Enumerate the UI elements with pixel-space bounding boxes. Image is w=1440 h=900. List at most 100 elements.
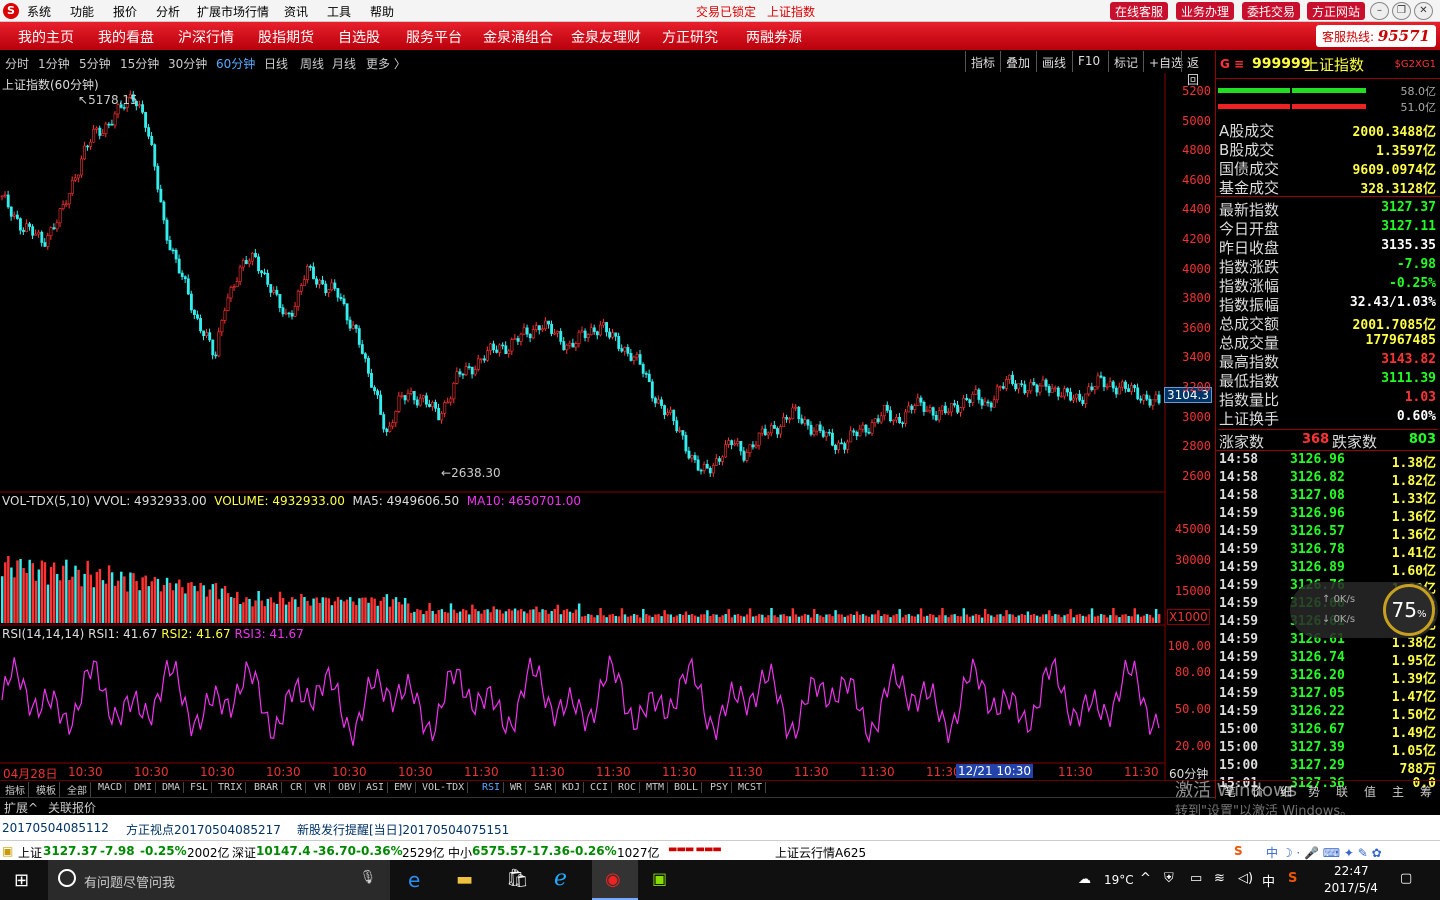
indicator-tab[interactable]: 全部 (64, 782, 91, 797)
panel-tab[interactable]: 值 (1364, 783, 1376, 800)
news-item[interactable]: 20170504085112 (2, 821, 109, 835)
nav-portfolio[interactable]: 金泉涌组合 (483, 27, 553, 47)
ie-icon[interactable]: ℯ (554, 866, 567, 891)
kline-chart[interactable] (0, 73, 1215, 780)
nav-research[interactable]: 方正研究 (662, 27, 718, 47)
indicator-tab[interactable]: 指标 (2, 782, 29, 797)
tool-f10[interactable]: F10 (1072, 51, 1105, 72)
nav-selfstock[interactable]: 自选股 (338, 27, 380, 47)
chart-area[interactable]: 上证指数(60分钟) ↖5178.15 ←2638.30 3104.3 5200… (0, 73, 1215, 798)
indicator-tab[interactable]: DMI (131, 782, 157, 793)
menu-function[interactable]: 功能 (70, 3, 94, 20)
weather-icon[interactable]: ☁ (1078, 872, 1091, 887)
wifi-icon[interactable]: ≋ (1214, 871, 1225, 886)
sogou-ime-icon[interactable]: S (1234, 844, 1243, 858)
period-5min[interactable]: 5分钟 (79, 55, 111, 72)
tool-back[interactable]: 返回 (1181, 51, 1215, 87)
period-1min[interactable]: 1分钟 (38, 55, 70, 72)
taskbar-search[interactable]: 有问题尽管问我 🎙 (48, 860, 390, 900)
network-speed-widget[interactable]: ↑ 0K/s ↓ 0K/s 75% (1290, 582, 1438, 638)
indicator-tab[interactable]: ASI (363, 782, 389, 793)
tool-mark[interactable]: 标记 (1108, 51, 1143, 72)
website-button[interactable]: 方正网站 (1307, 2, 1366, 20)
period-month[interactable]: 月线 (332, 55, 356, 72)
indicator-tab[interactable]: CR (287, 782, 307, 793)
indicator-tab[interactable]: TRIX (215, 782, 247, 793)
nav-home[interactable]: 我的主页 (18, 27, 74, 47)
indicator-tab[interactable]: MCST (735, 782, 767, 793)
indicator-tab[interactable]: FSL (187, 782, 213, 793)
nav-service[interactable]: 服务平台 (406, 27, 462, 47)
menu-quote[interactable]: 报价 (113, 3, 137, 20)
ime-tray-icons[interactable]: 中 ☽ · 🎤 ⌨ ✦ ✎ ✿ (1266, 844, 1382, 861)
indicator-tab[interactable]: EMV (391, 782, 417, 793)
indicator-tab[interactable]: MTM (643, 782, 669, 793)
indicator-tab[interactable]: DMA (159, 782, 185, 793)
indicator-tab[interactable]: VR (311, 782, 331, 793)
period-more[interactable]: 更多 〉 (366, 55, 406, 72)
period-intraday[interactable]: 分时 (5, 55, 29, 72)
panel-tab[interactable]: 势 (1308, 783, 1320, 800)
period-60min[interactable]: 60分钟 (216, 55, 255, 72)
indicator-tab[interactable]: PSY (707, 782, 733, 793)
index-sme-name[interactable]: 中小 (448, 844, 472, 861)
index-sh-name[interactable]: 上证 (18, 844, 42, 861)
indicator-tab[interactable]: CCI (587, 782, 613, 793)
tool-indicator[interactable]: 指标 (965, 51, 1000, 72)
indicator-tab[interactable]: KDJ (559, 782, 585, 793)
menu-tools[interactable]: 工具 (327, 3, 351, 20)
indicator-tab[interactable]: SAR (531, 782, 557, 793)
taskbar-app-active[interactable]: ◉ (592, 860, 638, 900)
indicator-tab[interactable]: WR (507, 782, 527, 793)
menu-analysis[interactable]: 分析 (156, 3, 180, 20)
period-week[interactable]: 周线 (300, 55, 324, 72)
indicator-tab[interactable]: ROC (615, 782, 641, 793)
menu-system[interactable]: 系统 (27, 3, 51, 20)
nav-futures[interactable]: 股指期货 (258, 27, 314, 47)
clock-date[interactable]: 2017/5/4 (1324, 881, 1378, 895)
close-icon[interactable]: ✕ (1414, 2, 1433, 20)
panel-tab[interactable]: 主 (1392, 783, 1404, 800)
restore-icon[interactable]: ❐ (1392, 2, 1411, 20)
indicator-tab[interactable]: BRAR (251, 782, 283, 793)
windows-start-icon[interactable]: ⊞ (14, 870, 29, 891)
nav-margin[interactable]: 两融券源 (746, 27, 802, 47)
period-15min[interactable]: 15分钟 (120, 55, 159, 72)
indicator-tab[interactable]: VOL-TDX (419, 782, 469, 793)
menu-news[interactable]: 资讯 (284, 3, 308, 20)
volume-icon[interactable]: ◁) (1238, 871, 1253, 886)
trade-button[interactable]: 委托交易 (1242, 2, 1301, 20)
tool-draw[interactable]: 画线 (1036, 51, 1071, 72)
iqiyi-icon[interactable]: ▣ (652, 869, 667, 888)
cloud-quote-label[interactable]: 上证云行情A625 (775, 844, 866, 861)
indicator-tab[interactable]: BOLL (671, 782, 703, 793)
nav-finance[interactable]: 金泉友理财 (571, 27, 641, 47)
menu-help[interactable]: 帮助 (370, 3, 394, 20)
tool-overlay[interactable]: 叠加 (1000, 51, 1035, 72)
network-icon[interactable]: ▭ (1190, 871, 1202, 886)
indicator-tab[interactable]: OBV (335, 782, 361, 793)
defender-icon[interactable]: ⛨ (1164, 871, 1174, 886)
nav-market[interactable]: 沪深行情 (178, 27, 234, 47)
index-sz-name[interactable]: 深证 (232, 844, 256, 861)
indicator-tab[interactable]: RSI (479, 782, 505, 793)
indicator-tab[interactable]: MACD (95, 782, 127, 793)
tray-up-icon[interactable]: ^ (1140, 871, 1151, 886)
sogou-tray-icon[interactable]: S (1288, 871, 1297, 886)
related-quote-button[interactable]: 关联报价 (48, 799, 96, 816)
nav-watch[interactable]: 我的看盘 (98, 27, 154, 47)
period-day[interactable]: 日线 (264, 55, 288, 72)
store-icon[interactable]: 🛍 (506, 868, 529, 889)
news-item[interactable]: 方正视点20170504085217 (126, 821, 281, 838)
edge-icon[interactable]: e (408, 868, 420, 892)
indicator-tab[interactable]: 模板 (33, 782, 60, 797)
menu-ext-market[interactable]: 扩展市场行情 (197, 3, 269, 20)
clock-time[interactable]: 22:47 (1334, 864, 1369, 878)
explorer-icon[interactable]: ▬ (456, 869, 473, 890)
news-item[interactable]: 新股发行提醒[当日]20170504075151 (297, 821, 509, 838)
period-30min[interactable]: 30分钟 (168, 55, 207, 72)
business-button[interactable]: 业务办理 (1176, 2, 1235, 20)
minimize-icon[interactable]: – (1370, 2, 1389, 20)
notification-icon[interactable]: ▢ (1400, 871, 1412, 886)
expand-button[interactable]: 扩展^ (4, 799, 38, 816)
